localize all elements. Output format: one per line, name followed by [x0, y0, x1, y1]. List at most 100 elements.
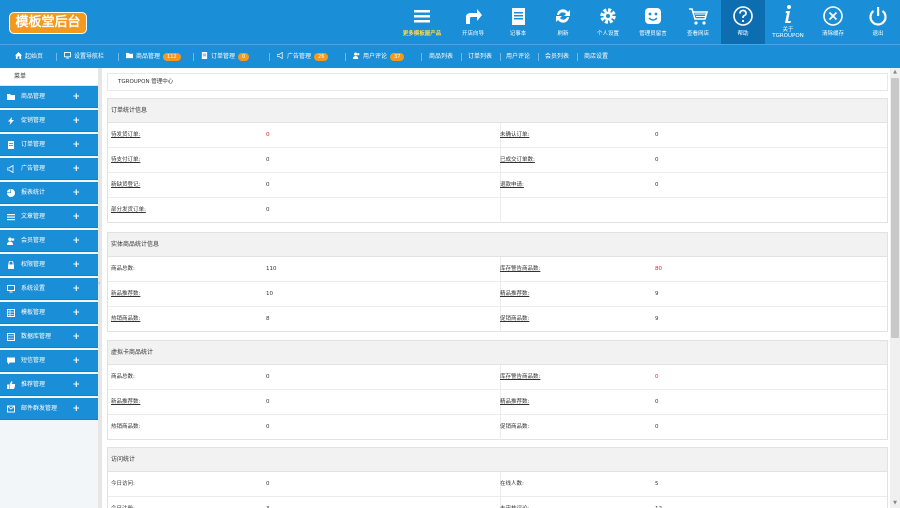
sidebar-item-label: 推荐管理	[21, 381, 46, 388]
expand-icon[interactable]: +	[72, 350, 80, 372]
stat-value: 0	[266, 132, 270, 138]
nav-goods[interactable]: 商品管理 112	[126, 52, 181, 62]
sidebar-item-label: 订单管理	[21, 141, 46, 148]
sidebar-item-templates[interactable]: 模板管理 +	[0, 302, 98, 324]
sidebar-item-recommend[interactable]: 推荐管理 +	[0, 374, 98, 396]
table-row: 新品推荐数: 10 精品推荐数: 9	[108, 282, 887, 307]
sidebar-item-mass-email[interactable]: 邮件群发管理 +	[0, 398, 98, 420]
nav-user-reviews[interactable]: 用户评论	[506, 52, 530, 62]
expand-icon[interactable]: +	[72, 302, 80, 324]
scroll-up-icon[interactable]: ▲	[892, 69, 898, 75]
logout-label: 退出	[872, 31, 884, 37]
sidebar-item-orders[interactable]: 订单管理 +	[0, 134, 98, 156]
expand-icon[interactable]: +	[72, 134, 80, 156]
nav-orders[interactable]: 订单管理 0	[201, 52, 250, 62]
stat-value: 0	[266, 207, 270, 213]
stat-label-link[interactable]: 新品推荐数:	[111, 390, 140, 415]
expand-icon[interactable]: +	[72, 206, 80, 228]
nav-member-list[interactable]: 会员列表	[545, 52, 569, 62]
table-row: 新缺货登记: 0 退款申请: 0	[108, 173, 887, 198]
nav-goods-list[interactable]: 商品列表	[429, 52, 453, 62]
expand-icon[interactable]: +	[72, 158, 80, 180]
nav-order-list[interactable]: 订单列表	[468, 52, 492, 62]
sidebar-item-articles[interactable]: 文章管理 +	[0, 206, 98, 228]
stat-label-link[interactable]: 库存警告商品数:	[500, 257, 540, 282]
thumbs-up-icon	[7, 381, 15, 389]
stat-label-link[interactable]: 热销商品数:	[111, 307, 140, 332]
notepad-label: 记事本	[509, 31, 527, 37]
cart-icon	[689, 8, 709, 25]
orders-count-badge: 0	[238, 53, 250, 61]
expand-icon[interactable]: +	[72, 230, 80, 252]
notepad-button[interactable]: 记事本	[496, 0, 540, 44]
order-stats-panel: 订单统计信息 待发货订单: 0 未确认订单: 0 待支付订单: 0 已成交订单数…	[107, 98, 888, 223]
quick-nav-bar: 起始页 设置导航栏 商品管理 112 订单管理 0 广告管理 26 用户评论 37 商品…	[0, 44, 900, 68]
expand-icon[interactable]: +	[72, 254, 80, 276]
view-store-button[interactable]: 查看网店	[676, 0, 720, 44]
sidebar-item-system-settings[interactable]: 系统设置 +	[0, 278, 98, 300]
stat-label-link[interactable]: 新品推荐数:	[111, 282, 140, 307]
scrollbar-thumb[interactable]	[891, 78, 899, 338]
stat-label-link[interactable]: 待支付订单:	[111, 148, 140, 173]
stat-label-link[interactable]: 部分发货订单:	[111, 198, 146, 223]
stat-value: 0	[655, 132, 659, 138]
sidebar-item-label: 会员管理	[21, 237, 46, 244]
personal-settings-label: 个人设置	[596, 31, 619, 37]
users-icon	[7, 237, 15, 245]
sidebar-item-sms[interactable]: 短信管理 +	[0, 350, 98, 372]
stat-label-link[interactable]: 未确认订单:	[500, 123, 529, 148]
expand-icon[interactable]: +	[72, 326, 80, 348]
breadcrumb: TGROUPON 管理中心	[107, 73, 888, 91]
nav-ads[interactable]: 广告管理 26	[277, 52, 329, 62]
stat-label-link[interactable]: 精品推荐数:	[500, 390, 529, 415]
sidebar-item-label: 商品管理	[21, 93, 46, 100]
admin-message-label: 管理员留言	[639, 31, 667, 37]
document-icon	[8, 141, 14, 149]
personal-settings-button[interactable]: 个人设置	[586, 0, 630, 44]
nav-home[interactable]: 起始页	[15, 52, 43, 62]
more-products-button[interactable]: 更多模板屋产品	[398, 0, 446, 44]
stat-label: 在线人数:	[500, 481, 524, 487]
scroll-down-icon[interactable]: ▼	[892, 500, 898, 506]
sidebar-item-promotions[interactable]: 促销管理 +	[0, 110, 98, 132]
expand-icon[interactable]: +	[72, 110, 80, 132]
refresh-button[interactable]: 刷新	[541, 0, 585, 44]
expand-icon[interactable]: +	[72, 374, 80, 396]
help-button[interactable]: 帮助	[721, 0, 765, 44]
nav-reviews[interactable]: 用户评论 37	[353, 52, 405, 62]
sidebar-item-label: 模板管理	[21, 309, 46, 316]
stat-label-link[interactable]: 精品推荐数:	[500, 282, 529, 307]
clear-cache-button[interactable]: 清除缓存	[811, 0, 855, 44]
vertical-scrollbar[interactable]: ▲ ▼	[890, 68, 900, 508]
close-circle-icon	[823, 6, 843, 26]
sidebar-item-goods[interactable]: 商品管理 +	[0, 86, 98, 108]
sidebar-item-members[interactable]: 会员管理 +	[0, 230, 98, 252]
table-row: 待支付订单: 0 已成交订单数: 0	[108, 148, 887, 173]
about-button[interactable]: 关于 TGROUPON	[766, 0, 810, 44]
nav-store-settings[interactable]: 商店设置	[584, 52, 608, 62]
logout-button[interactable]: 退出	[856, 0, 900, 44]
expand-icon[interactable]: +	[72, 278, 80, 300]
stat-label-link[interactable]: 库存警告商品数:	[500, 365, 540, 390]
sidebar: 商品管理 + 促销管理 + 订单管理 + 广告管理 + 报表统计 + 文章管理 + 会员管理…	[0, 86, 98, 508]
stat-label-link[interactable]: 退款申请:	[500, 173, 524, 198]
expand-icon[interactable]: +	[72, 398, 80, 420]
expand-icon[interactable]: +	[72, 182, 80, 204]
admin-message-button[interactable]: 管理员留言	[631, 0, 675, 44]
stat-value: 0	[266, 157, 270, 163]
store-wizard-button[interactable]: 开店向导	[451, 0, 495, 44]
stat-label-link[interactable]: 新缺货登记:	[111, 173, 140, 198]
stat-label-link[interactable]: 待发货订单:	[111, 123, 140, 148]
brand-logo[interactable]: 模板堂后台	[9, 12, 87, 34]
stat-label-link[interactable]: 已成交订单数:	[500, 148, 535, 173]
nav-setup-navbar[interactable]: 设置导航栏	[64, 52, 104, 62]
top-header: 模板堂后台 更多模板屋产品 开店向导 记事本 刷新 个人设置 管理员留言 查看网…	[0, 0, 900, 44]
stat-label-link[interactable]: 促销商品数:	[500, 307, 529, 332]
stat-value: 10	[266, 291, 273, 297]
sidebar-item-database[interactable]: 数据库管理 +	[0, 326, 98, 348]
sidebar-item-reports[interactable]: 报表统计 +	[0, 182, 98, 204]
sidebar-item-permissions[interactable]: 权限管理 +	[0, 254, 98, 276]
stat-value: 0	[655, 374, 659, 380]
sidebar-item-ads[interactable]: 广告管理 +	[0, 158, 98, 180]
expand-icon[interactable]: +	[72, 86, 80, 108]
